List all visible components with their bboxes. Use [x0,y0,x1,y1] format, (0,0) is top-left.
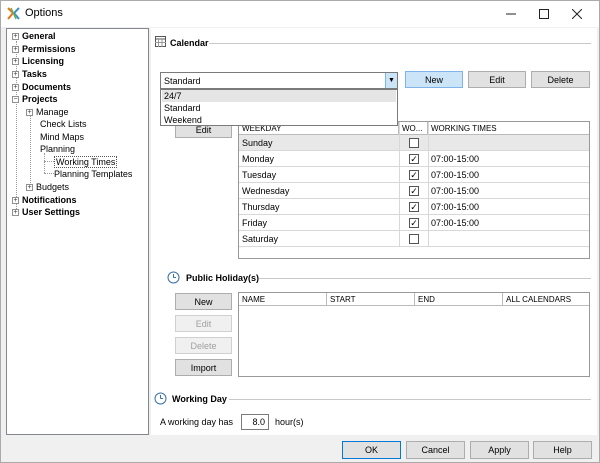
dropdown-arrow-icon[interactable]: ▼ [385,73,397,88]
tree-item-general[interactable]: + General [12,30,56,42]
table-row[interactable]: Friday ✓ 07:00-15:00 [239,215,589,231]
weekday-cell: Friday [242,218,268,228]
tree-item-licensing[interactable]: + Licensing [12,55,64,67]
edit-holiday-button[interactable]: Edit [175,315,232,332]
calendar-icon [155,36,166,47]
tree-item-tasks[interactable]: + Tasks [12,68,47,80]
column-header-name[interactable]: NAME [239,293,327,306]
expand-icon[interactable]: + [26,184,33,191]
working-checkbox[interactable]: ✓ [409,170,419,180]
table-row[interactable]: Tuesday ✓ 07:00-15:00 [239,167,589,183]
calendar-heading: Calendar [170,38,209,48]
expand-icon[interactable]: + [26,109,33,116]
minimize-icon [506,13,516,15]
column-header-all-calendars[interactable]: ALL CALENDARS [503,293,589,306]
column-header-working-times[interactable]: WORKING TIMES [428,122,589,135]
weekday-cell: Monday [242,154,275,164]
table-row[interactable]: Sunday [239,135,589,151]
cancel-button[interactable]: Cancel [406,441,465,459]
window-title: Options [25,7,63,19]
weekday-cell: Sunday [242,138,273,148]
working-checkbox[interactable]: ✓ [409,154,419,164]
options-tree[interactable]: + General + Permissions + Licensing + Tasks … [6,28,149,435]
tree-item-planning-templates[interactable]: Planning Templates [54,168,132,180]
clock-icon [154,392,167,405]
app-logo-icon [7,7,20,20]
working-times-cell: 07:00-15:00 [431,186,480,196]
column-header-end[interactable]: END [415,293,503,306]
expand-icon[interactable]: + [12,71,19,78]
weekday-cell: Wednesday [242,186,290,196]
weekday-cell: Saturday [242,234,279,244]
tree-item-check-lists[interactable]: Check Lists [40,118,87,130]
working-day-hours-input[interactable]: 8.0 [241,414,269,430]
working-times-cell: 07:00-15:00 [431,218,480,228]
import-holiday-button[interactable]: Import [175,359,232,376]
weekday-cell: Tuesday [242,170,277,180]
holiday-table: NAME START END ALL CALENDARS [238,292,590,377]
ok-button[interactable]: OK [342,441,401,459]
tree-item-documents[interactable]: + Documents [12,81,71,93]
expand-icon[interactable]: + [12,84,19,91]
delete-holiday-button[interactable]: Delete [175,337,232,354]
expand-icon[interactable]: + [12,46,19,53]
delete-calendar-button[interactable]: Delete [531,71,590,88]
expand-icon[interactable]: + [12,58,19,65]
tree-item-projects[interactable]: − Projects [12,93,58,105]
apply-button[interactable]: Apply [470,441,529,459]
column-header-working[interactable]: WO... [399,122,428,135]
calendar-option[interactable]: Standard [162,102,396,114]
working-times-cell: 07:00-15:00 [431,154,480,164]
column-header-start[interactable]: START [327,293,415,306]
tree-item-planning[interactable]: Planning [40,143,75,155]
working-day-suffix: hour(s) [275,417,304,427]
table-row[interactable]: Wednesday ✓ 07:00-15:00 [239,183,589,199]
working-day-heading: Working Day [172,394,227,404]
new-calendar-button[interactable]: New [405,71,463,88]
expand-icon[interactable]: + [12,209,19,216]
maximize-button[interactable] [528,1,560,27]
calendar-dropdown-list: 24/7 Standard Weekend [160,89,398,126]
close-button[interactable] [561,1,593,27]
calendar-select[interactable]: Standard ▼ [160,72,398,89]
table-row[interactable]: Saturday [239,231,589,247]
table-row[interactable]: Thursday ✓ 07:00-15:00 [239,199,589,215]
minimize-button[interactable] [495,1,527,27]
calendar-option[interactable]: Weekend [162,114,396,126]
collapse-icon[interactable]: − [12,96,19,103]
weekday-cell: Thursday [242,202,280,212]
tree-item-working-times[interactable]: Working Times [54,156,118,168]
expand-icon[interactable]: + [12,33,19,40]
tree-item-manage[interactable]: + Manage [26,106,69,118]
working-day-prefix: A working day has [160,417,234,427]
edit-calendar-button[interactable]: Edit [468,71,526,88]
tree-item-notifications[interactable]: + Notifications [12,194,77,206]
maximize-icon [539,9,549,19]
title-bar: Options [1,1,599,27]
options-window: Options + General + Permissions + Licensing… [0,0,600,463]
calendar-option[interactable]: 24/7 [162,90,396,102]
working-checkbox[interactable]: ✓ [409,218,419,228]
close-icon [572,9,582,19]
tree-item-mind-maps[interactable]: Mind Maps [40,131,84,143]
working-times-cell: 07:00-15:00 [431,202,480,212]
working-checkbox[interactable]: ✓ [409,186,419,196]
new-holiday-button[interactable]: New [175,293,232,310]
holiday-calendar-icon [167,271,180,284]
tree-item-user-settings[interactable]: + User Settings [12,206,80,218]
working-checkbox[interactable] [409,138,419,148]
help-button[interactable]: Help [533,441,592,459]
calendar-select-value: Standard [164,76,201,86]
table-row[interactable]: Monday ✓ 07:00-15:00 [239,151,589,167]
weekday-table: WEEKDAY WO... WORKING TIMES Sunday Monda… [238,121,590,259]
working-times-cell: 07:00-15:00 [431,170,480,180]
working-checkbox[interactable] [409,234,419,244]
working-checkbox[interactable]: ✓ [409,202,419,212]
expand-icon[interactable]: + [12,197,19,204]
tree-item-permissions[interactable]: + Permissions [12,43,76,55]
public-holidays-heading: Public Holiday(s) [186,273,260,283]
tree-item-budgets[interactable]: + Budgets [26,181,69,193]
